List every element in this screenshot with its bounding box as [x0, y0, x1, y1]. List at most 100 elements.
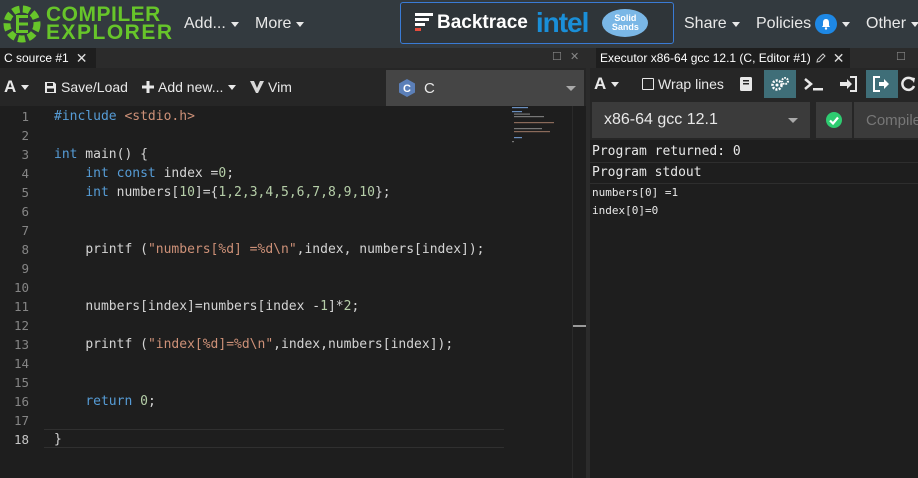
stdout-header: Program stdout	[592, 165, 702, 180]
policies-menu-label: Policies	[756, 15, 812, 32]
sign-out-icon	[873, 76, 889, 92]
other-menu[interactable]: Other	[866, 0, 918, 48]
tab-c-source[interactable]: C source #1 ✕	[0, 48, 96, 68]
compiler-label: x86-64 gcc 12.1	[604, 111, 718, 128]
code-line-18: }	[54, 430, 62, 449]
compiler-args-button[interactable]	[798, 70, 830, 98]
line-number: 16	[13, 394, 29, 409]
chevron-down-icon	[611, 81, 620, 87]
c-language-icon: C	[399, 79, 415, 97]
code-token: const	[116, 166, 156, 181]
backtrace-logo-icon	[415, 13, 433, 31]
code-line-13: printf ("index[%d]=%d\n",index,numbers[i…	[54, 335, 453, 354]
bell-icon	[815, 14, 838, 34]
more-menu[interactable]: More	[255, 0, 305, 48]
plus-icon	[142, 81, 154, 93]
settings-button[interactable]	[764, 70, 796, 98]
save-load-button[interactable]: Save/Load	[44, 68, 128, 106]
refresh-button[interactable]	[900, 70, 918, 98]
line-number: 10	[13, 280, 29, 295]
gears-icon	[771, 77, 789, 91]
book-button[interactable]	[730, 70, 762, 98]
code-token: "numbers[%d] =%d\n"	[147, 242, 297, 257]
code-line-1: #include <stdio.h>	[54, 107, 195, 126]
save-load-label: Save/Load	[61, 79, 128, 95]
chevron-down-icon	[911, 21, 918, 27]
code-token: }	[54, 432, 62, 447]
vertical-scrollbar[interactable]	[572, 106, 587, 478]
add-menu[interactable]: Add...	[184, 0, 239, 48]
line-number: 13	[13, 337, 29, 352]
close-icon[interactable]: ✕	[833, 50, 845, 67]
stdin-button[interactable]	[832, 70, 864, 98]
wrap-lines-toggle[interactable]: Wrap lines	[642, 68, 724, 100]
line-number: 14	[13, 356, 29, 371]
font-size-button[interactable]: A	[4, 68, 30, 106]
compiler-select[interactable]: x86-64 gcc 12.1	[592, 102, 810, 138]
line-number: 1	[21, 109, 29, 124]
policies-menu[interactable]: Policies	[756, 0, 851, 48]
code-token: ;	[351, 299, 360, 314]
code-editor[interactable]: 1 2 3 4 5 6 7 8 9 10 11 12 13 14 15 16 17 18 #include <st…	[0, 106, 587, 478]
code-line-5: int numbers[10]={1,2,3,4,5,6,7,8,9,10};	[54, 183, 390, 202]
tab-executor[interactable]: Executor x86-64 gcc 12.1 (C, Editor #1) …	[596, 48, 850, 68]
output-toggle-button[interactable]	[866, 70, 898, 98]
compiler-options-input[interactable]: Compiler options...	[854, 102, 918, 138]
vim-icon	[250, 81, 264, 93]
sponsor-intel: intel	[535, 7, 590, 38]
code-token: index =	[155, 166, 219, 181]
add-new-label: Add new...	[158, 79, 224, 95]
code-minimap[interactable]	[510, 106, 572, 146]
maximize-icon[interactable]: ☐	[552, 50, 562, 63]
code-token: ;	[226, 166, 235, 181]
line-number: 5	[21, 185, 29, 200]
maximize-icon[interactable]: ☐	[896, 50, 906, 63]
share-menu[interactable]: Share	[684, 0, 740, 48]
line-number: 3	[21, 147, 29, 162]
code-token: return	[85, 394, 133, 409]
compile-status[interactable]	[816, 102, 852, 138]
solid-sands-logo: Solid Sands	[602, 9, 649, 37]
line-number: 18	[13, 432, 29, 447]
language-select[interactable]: C C	[386, 70, 584, 106]
vim-label: Vim	[268, 79, 292, 95]
close-icon[interactable]: ✕	[76, 50, 88, 67]
pencil-icon[interactable]	[816, 53, 826, 63]
language-label: C	[424, 79, 435, 97]
terminal-icon	[804, 78, 823, 91]
execution-output: Program returned: 0 Program stdout numbe…	[590, 140, 918, 478]
floppy-disk-icon	[45, 81, 56, 93]
refresh-icon	[901, 76, 916, 92]
line-number: 17	[13, 413, 29, 428]
code-line-4: int const index =0;	[54, 164, 234, 183]
compiler-explorer-logo[interactable]: COMPILER EXPLORER	[2, 3, 174, 45]
wrap-lines-label: Wrap lines	[658, 76, 724, 92]
line-number: 2	[21, 128, 29, 143]
vim-toggle-button[interactable]: Vim	[250, 68, 292, 106]
chevron-down-icon	[296, 21, 305, 27]
code-token: ;	[147, 394, 156, 409]
chevron-down-icon	[842, 21, 851, 27]
code-token: int	[85, 185, 109, 200]
code-token: ]={	[194, 185, 219, 200]
other-menu-label: Other	[866, 15, 907, 32]
compiler-explorer-logo-icon	[3, 5, 41, 43]
chevron-down-icon	[788, 118, 798, 123]
close-pane-icon[interactable]: ✕	[570, 50, 579, 63]
source-tab-bar: C source #1 ✕ ☐ ✕	[0, 48, 586, 68]
code-token: 0	[140, 394, 148, 409]
add-menu-label: Add...	[184, 15, 226, 32]
sign-in-icon	[840, 76, 857, 92]
code-token: int	[54, 147, 78, 162]
sponsor-banner[interactable]: Backtrace intel Solid Sands	[400, 2, 674, 44]
output-font-size-button[interactable]: A	[594, 68, 620, 100]
program-returned: Program returned: 0	[592, 144, 741, 159]
code-token: 10	[179, 185, 195, 200]
code-token: main() {	[77, 147, 148, 162]
line-number: 15	[13, 375, 29, 390]
code-token: ,index,numbers[index]);	[273, 337, 454, 352]
add-new-button[interactable]: Add new...	[142, 68, 237, 106]
output-font-size-label: A	[594, 74, 607, 93]
code-token: ]*	[327, 299, 344, 314]
code-token: ,index, numbers[index]);	[296, 242, 485, 257]
